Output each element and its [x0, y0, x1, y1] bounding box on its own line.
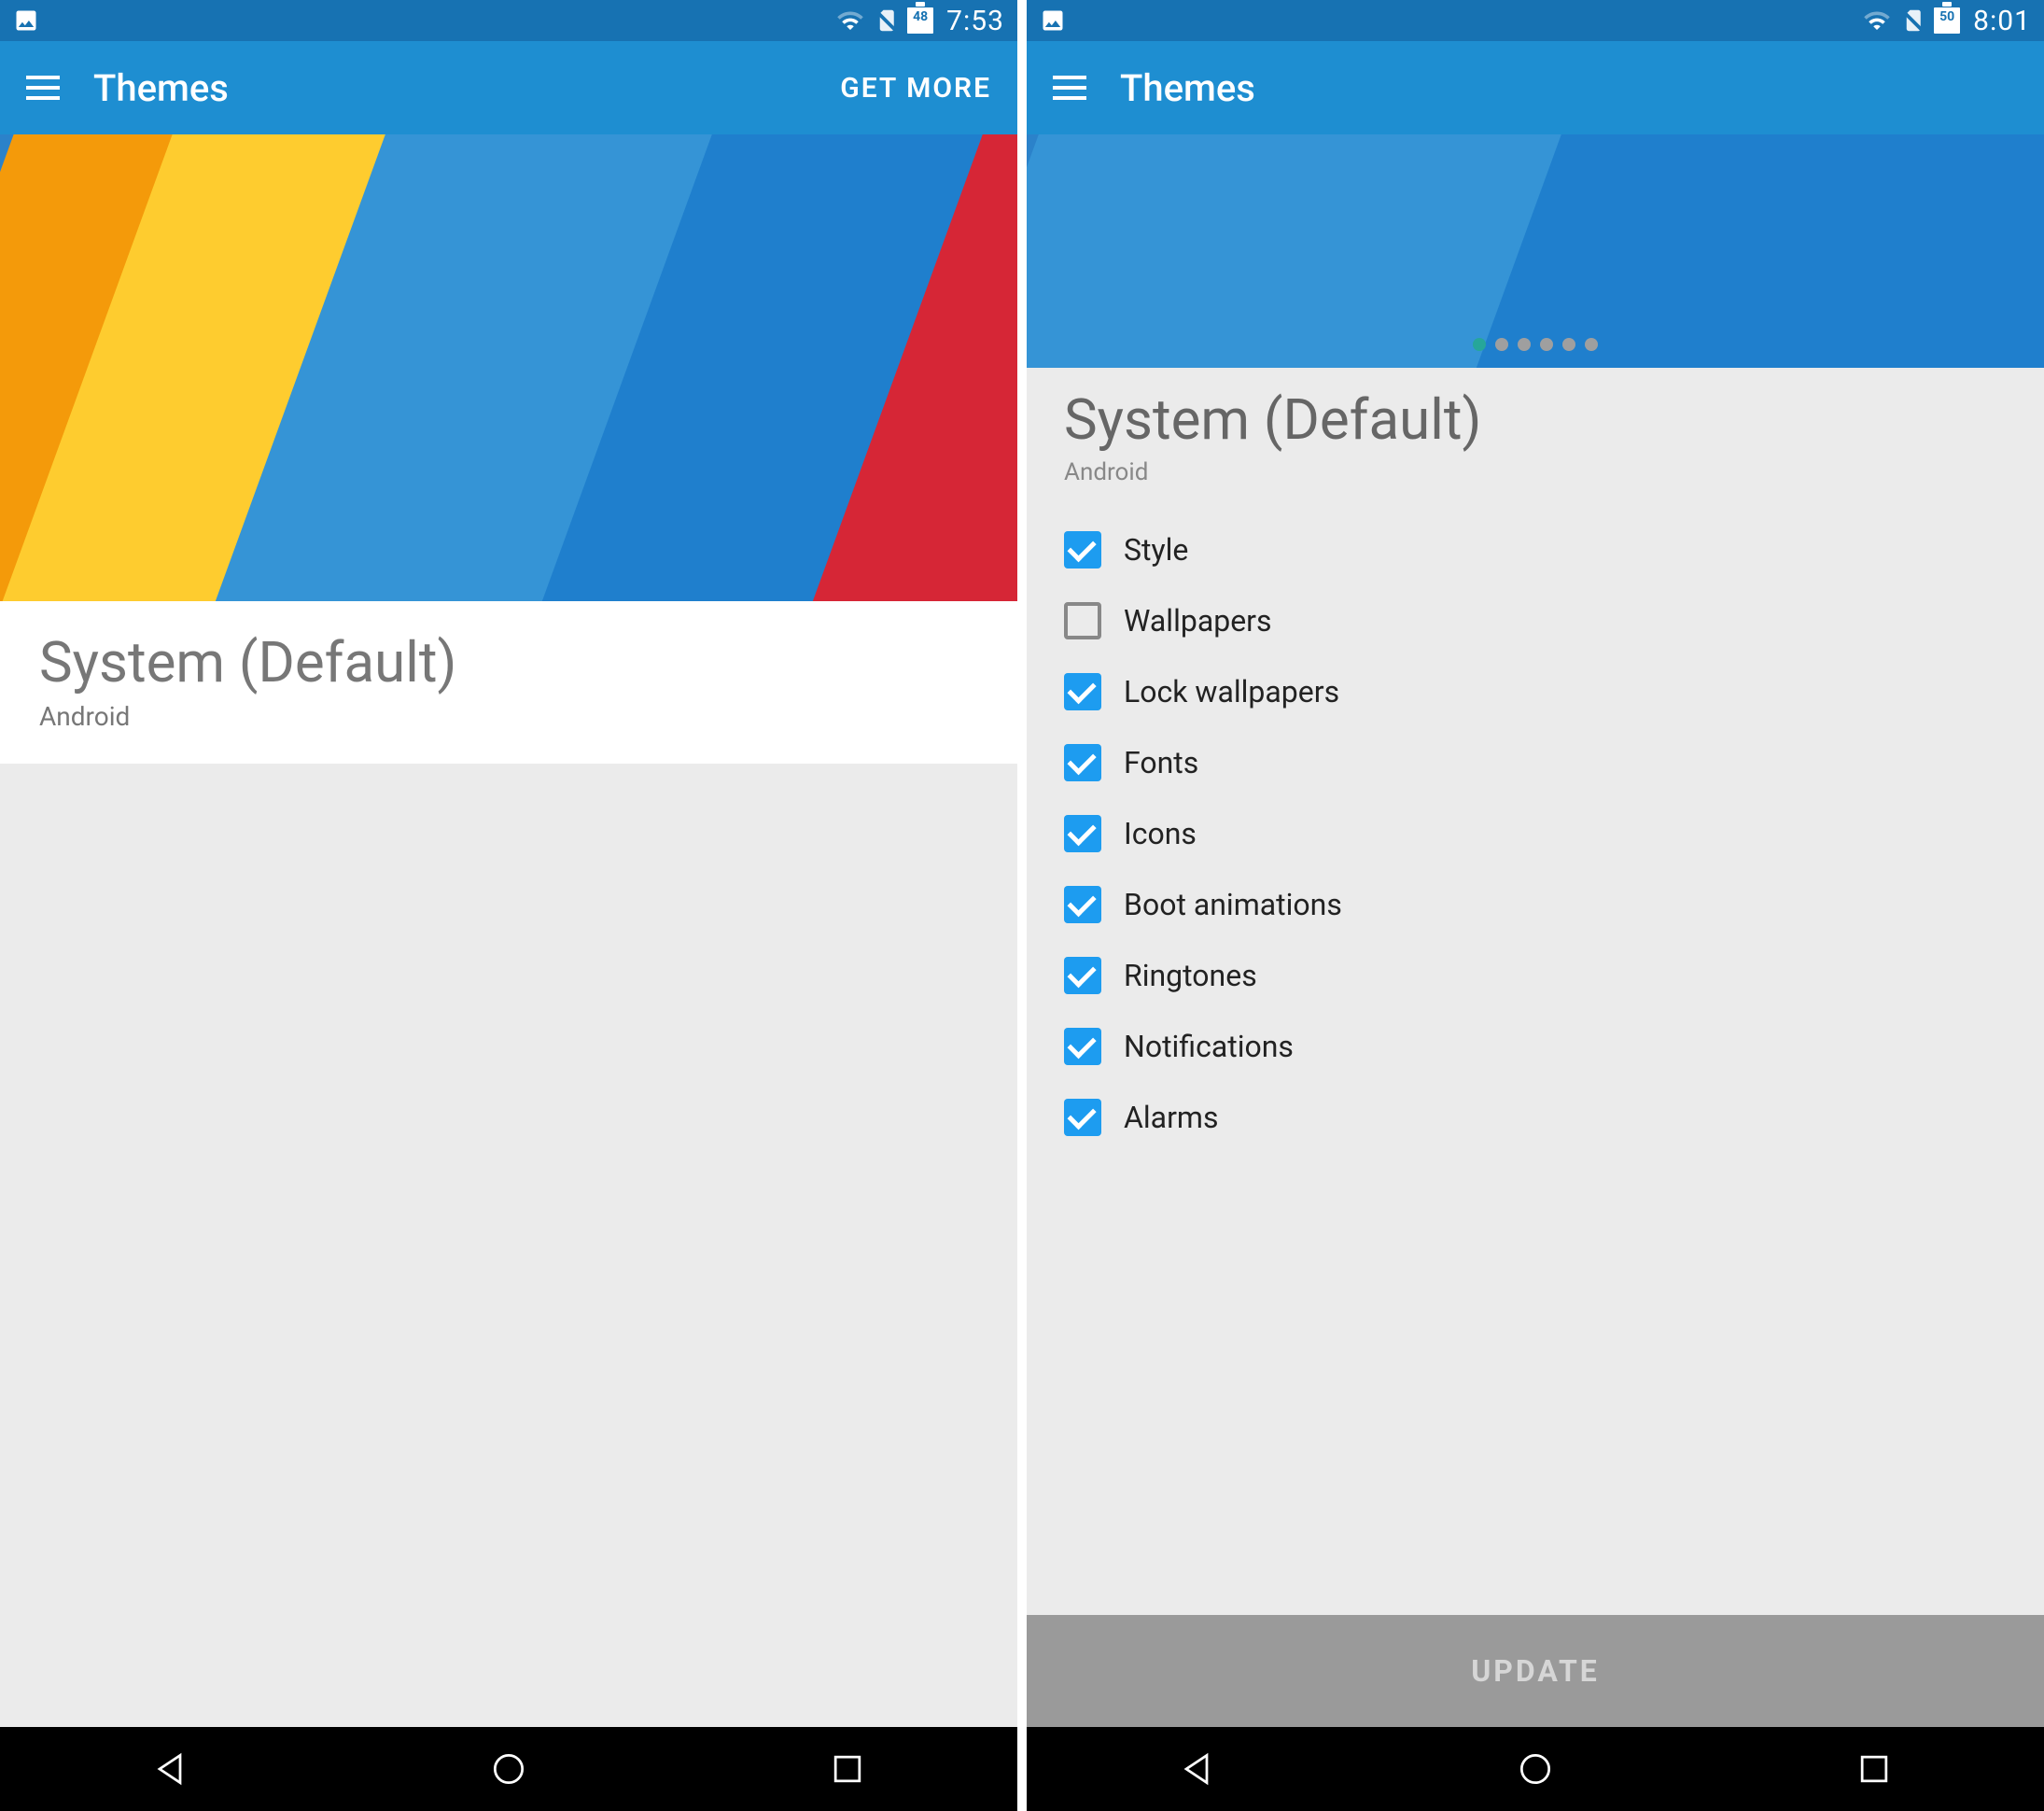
empty-area [0, 764, 1017, 1727]
checkbox[interactable] [1064, 602, 1101, 639]
pager-dot[interactable] [1562, 338, 1575, 351]
nav-bar [0, 1727, 1017, 1811]
pager-dot[interactable] [1518, 338, 1531, 351]
get-more-button[interactable]: GET MORE [840, 72, 991, 105]
option-icons[interactable]: Icons [1064, 798, 2007, 869]
option-label: Fonts [1124, 745, 1198, 780]
update-button[interactable]: UPDATE [1027, 1615, 2044, 1727]
screenshot-left: 48 7:53 Themes GET MORE System (Default)… [0, 0, 1017, 1811]
option-label: Boot animations [1124, 887, 1342, 922]
theme-author: Android [1064, 458, 2007, 486]
menu-icon[interactable] [26, 76, 60, 100]
option-ringtones[interactable]: Ringtones [1064, 940, 2007, 1011]
status-bar: 50 8:01 [1027, 0, 2044, 41]
options-list: Style Wallpapers Lock wallpapers Fonts Icons… [1064, 514, 2007, 1153]
theme-author: Android [39, 701, 978, 732]
status-time: 8:01 [1973, 5, 2031, 37]
checkbox[interactable] [1064, 744, 1101, 781]
theme-card[interactable]: System (Default) Android [0, 601, 1017, 764]
wifi-icon [836, 7, 864, 35]
appbar-title: Themes [93, 66, 806, 110]
recent-icon[interactable] [827, 1748, 868, 1790]
checkbox[interactable] [1064, 886, 1101, 923]
theme-preview[interactable] [1027, 134, 2044, 368]
option-fonts[interactable]: Fonts [1064, 727, 2007, 798]
option-label: Style [1124, 532, 1188, 568]
option-alarms[interactable]: Alarms [1064, 1082, 2007, 1153]
back-icon[interactable] [1176, 1748, 1217, 1790]
option-label: Alarms [1124, 1100, 1218, 1135]
checkbox[interactable] [1064, 1028, 1101, 1065]
checkbox[interactable] [1064, 815, 1101, 852]
no-sim-icon [872, 7, 900, 35]
checkbox[interactable] [1064, 1099, 1101, 1136]
option-boot-animations[interactable]: Boot animations [1064, 869, 2007, 940]
option-label: Wallpapers [1124, 603, 1272, 639]
option-style[interactable]: Style [1064, 514, 2007, 585]
theme-title: System (Default) [39, 629, 978, 695]
home-icon[interactable] [488, 1748, 529, 1790]
image-icon [1040, 7, 1066, 34]
option-notifications[interactable]: Notifications [1064, 1011, 2007, 1082]
back-icon[interactable] [149, 1748, 190, 1790]
option-label: Ringtones [1124, 958, 1257, 993]
option-label: Notifications [1124, 1029, 1294, 1064]
wifi-icon [1863, 7, 1891, 35]
nav-bar [1027, 1727, 2044, 1811]
no-sim-icon [1898, 7, 1926, 35]
option-lock-wallpapers[interactable]: Lock wallpapers [1064, 656, 2007, 727]
pager-dot[interactable] [1473, 338, 1486, 351]
status-time: 7:53 [946, 5, 1004, 37]
battery-icon: 48 [907, 7, 933, 34]
option-wallpapers[interactable]: Wallpapers [1064, 585, 2007, 656]
option-label: Lock wallpapers [1124, 674, 1339, 709]
status-bar: 48 7:53 [0, 0, 1017, 41]
checkbox[interactable] [1064, 957, 1101, 994]
checkbox[interactable] [1064, 531, 1101, 569]
app-bar: Themes [1027, 41, 2044, 134]
screenshot-right: 50 8:01 Themes System (Default) Android … [1027, 0, 2044, 1811]
image-icon [13, 7, 39, 34]
pager-dots[interactable] [1473, 338, 1598, 351]
appbar-title: Themes [1120, 66, 2018, 110]
recent-icon[interactable] [1854, 1748, 1895, 1790]
battery-icon: 50 [1934, 7, 1960, 34]
pager-dot[interactable] [1495, 338, 1508, 351]
theme-preview[interactable] [0, 134, 1017, 601]
checkbox[interactable] [1064, 673, 1101, 710]
pager-dot[interactable] [1540, 338, 1553, 351]
home-icon[interactable] [1515, 1748, 1556, 1790]
option-label: Icons [1124, 816, 1197, 851]
app-bar: Themes GET MORE [0, 41, 1017, 134]
theme-detail: System (Default) Android Style Wallpapers… [1027, 368, 2044, 1615]
theme-title: System (Default) [1064, 386, 2007, 453]
pager-dot[interactable] [1585, 338, 1598, 351]
menu-icon[interactable] [1053, 76, 1086, 100]
